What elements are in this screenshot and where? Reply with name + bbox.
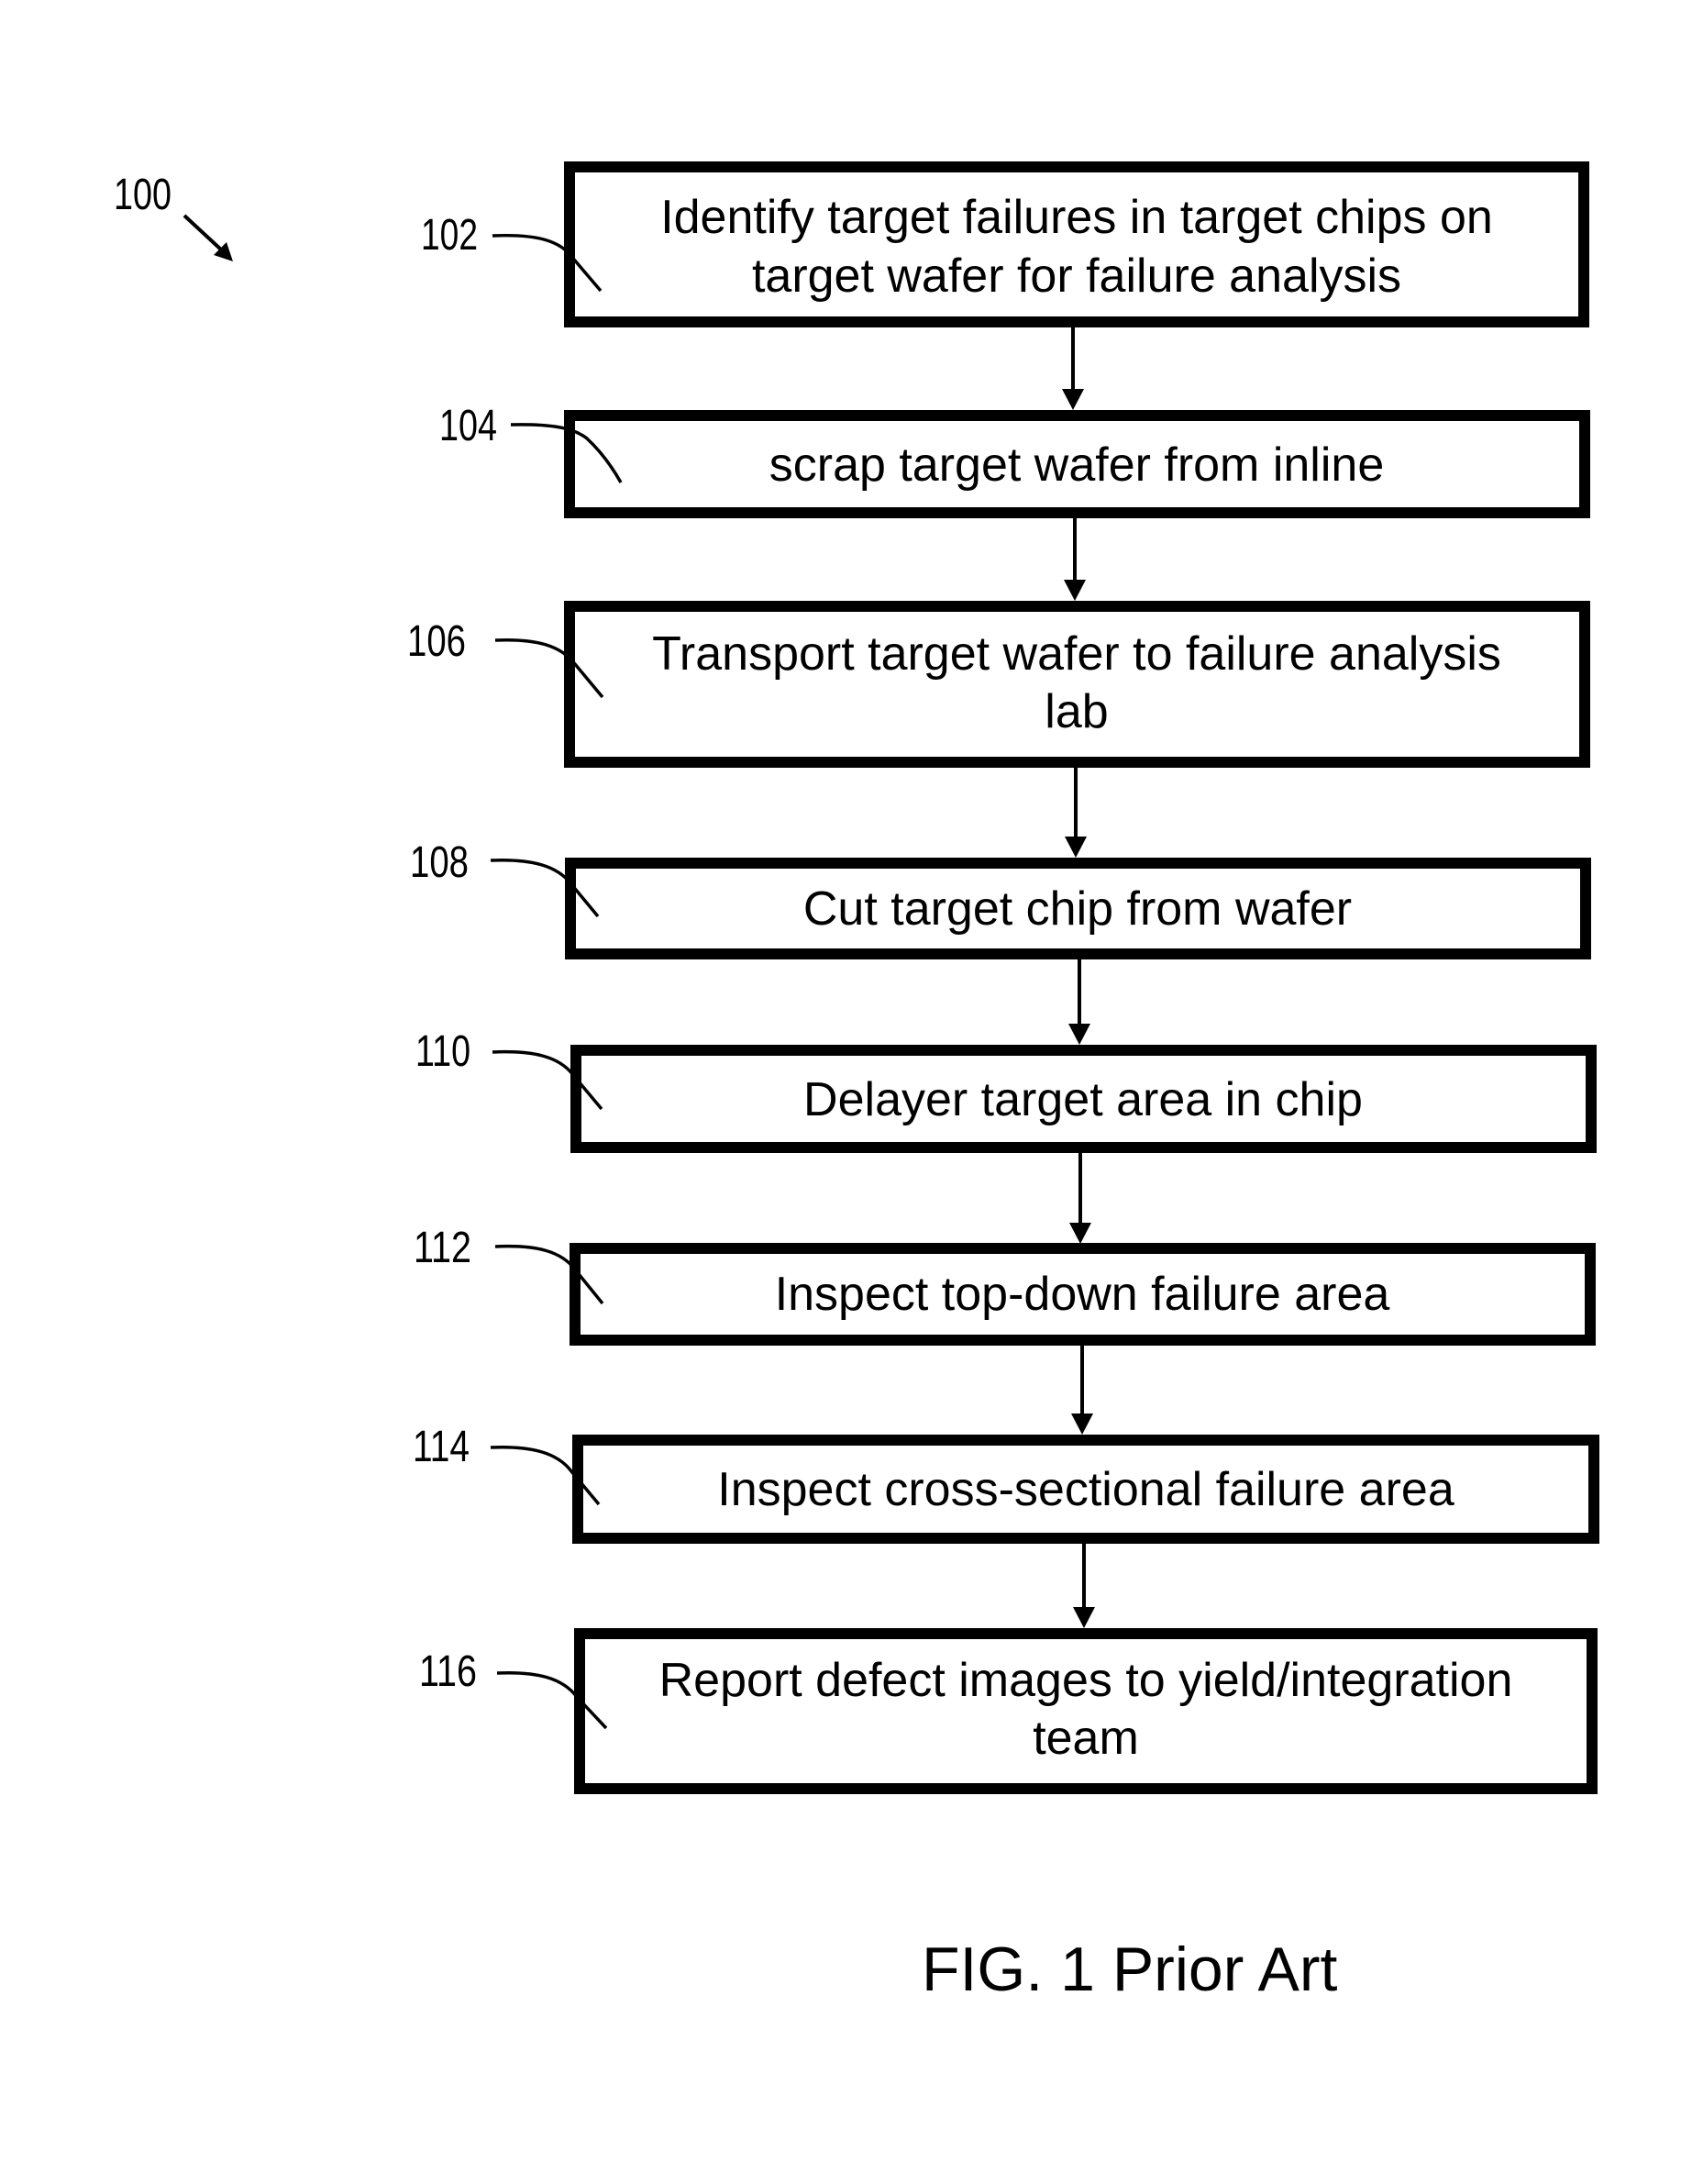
flow-connectors <box>1062 327 1095 1628</box>
step-112: Inspect top-down failure area 112 <box>414 1224 1596 1346</box>
step-text-line: Transport target wafer to failure analys… <box>652 627 1501 681</box>
step-text-line: lab <box>1045 685 1108 738</box>
connector-108-110 <box>1068 959 1090 1045</box>
arrow-down-icon <box>1065 837 1087 858</box>
step-ref-label: 102 <box>421 211 478 260</box>
arrow-down-icon <box>1062 389 1084 410</box>
step-text-line: Inspect top-down failure area <box>775 1268 1390 1321</box>
arrow-down-icon <box>1073 1607 1095 1628</box>
step-ref-label: 108 <box>410 838 469 887</box>
step-104: scrap target wafer from inline 104 <box>439 402 1590 518</box>
figure-pointer-line <box>182 214 224 252</box>
arrow-down-icon <box>1069 1223 1091 1244</box>
step-text-line: Report defect images to yield/integratio… <box>659 1654 1513 1707</box>
step-text-line: Cut target chip from wafer <box>803 882 1352 936</box>
step-text-line: Delayer target area in chip <box>803 1073 1363 1126</box>
step-ref-label: 110 <box>415 1027 470 1076</box>
connector-104-106 <box>1064 518 1086 601</box>
connector-102-104 <box>1062 327 1084 410</box>
flowchart-diagram: 100 Identify target failures in target c… <box>114 161 1599 2004</box>
connector-112-114 <box>1071 1346 1093 1435</box>
step-text-line: Inspect cross-sectional failure area <box>717 1463 1454 1516</box>
step-108: Cut target chip from wafer 108 <box>410 838 1591 959</box>
flow-steps: Identify target failures in target chips… <box>407 161 1599 1794</box>
arrow-down-icon <box>1071 1414 1093 1435</box>
arrow-down-icon <box>1064 580 1086 601</box>
step-114: Inspect cross-sectional failure area 114 <box>413 1423 1599 1544</box>
step-ref-label: 104 <box>439 402 497 450</box>
figure-caption: FIG. 1 Prior Art <box>922 1935 1338 2004</box>
step-102: Identify target failures in target chips… <box>421 161 1589 327</box>
step-text-line: target wafer for failure analysis <box>752 249 1401 303</box>
step-text-line: Identify target failures in target chips… <box>660 191 1493 244</box>
step-110: Delayer target area in chip 110 <box>415 1027 1597 1153</box>
step-ref-label: 112 <box>414 1224 471 1272</box>
step-116: Report defect images to yield/integratio… <box>419 1628 1598 1794</box>
connector-110-112 <box>1069 1153 1091 1244</box>
figure-reference-label: 100 <box>114 171 171 219</box>
step-text-line: scrap target wafer from inline <box>769 438 1385 492</box>
step-ref-label: 116 <box>419 1647 477 1696</box>
arrow-down-icon <box>1068 1024 1090 1045</box>
step-106: Transport target wafer to failure analys… <box>407 601 1590 768</box>
connector-106-108 <box>1065 768 1087 858</box>
step-text-line: team <box>1033 1712 1139 1765</box>
connector-114-116 <box>1073 1544 1095 1628</box>
step-ref-label: 106 <box>407 617 466 666</box>
figure-reference: 100 <box>114 171 233 261</box>
step-ref-label: 114 <box>413 1423 470 1471</box>
